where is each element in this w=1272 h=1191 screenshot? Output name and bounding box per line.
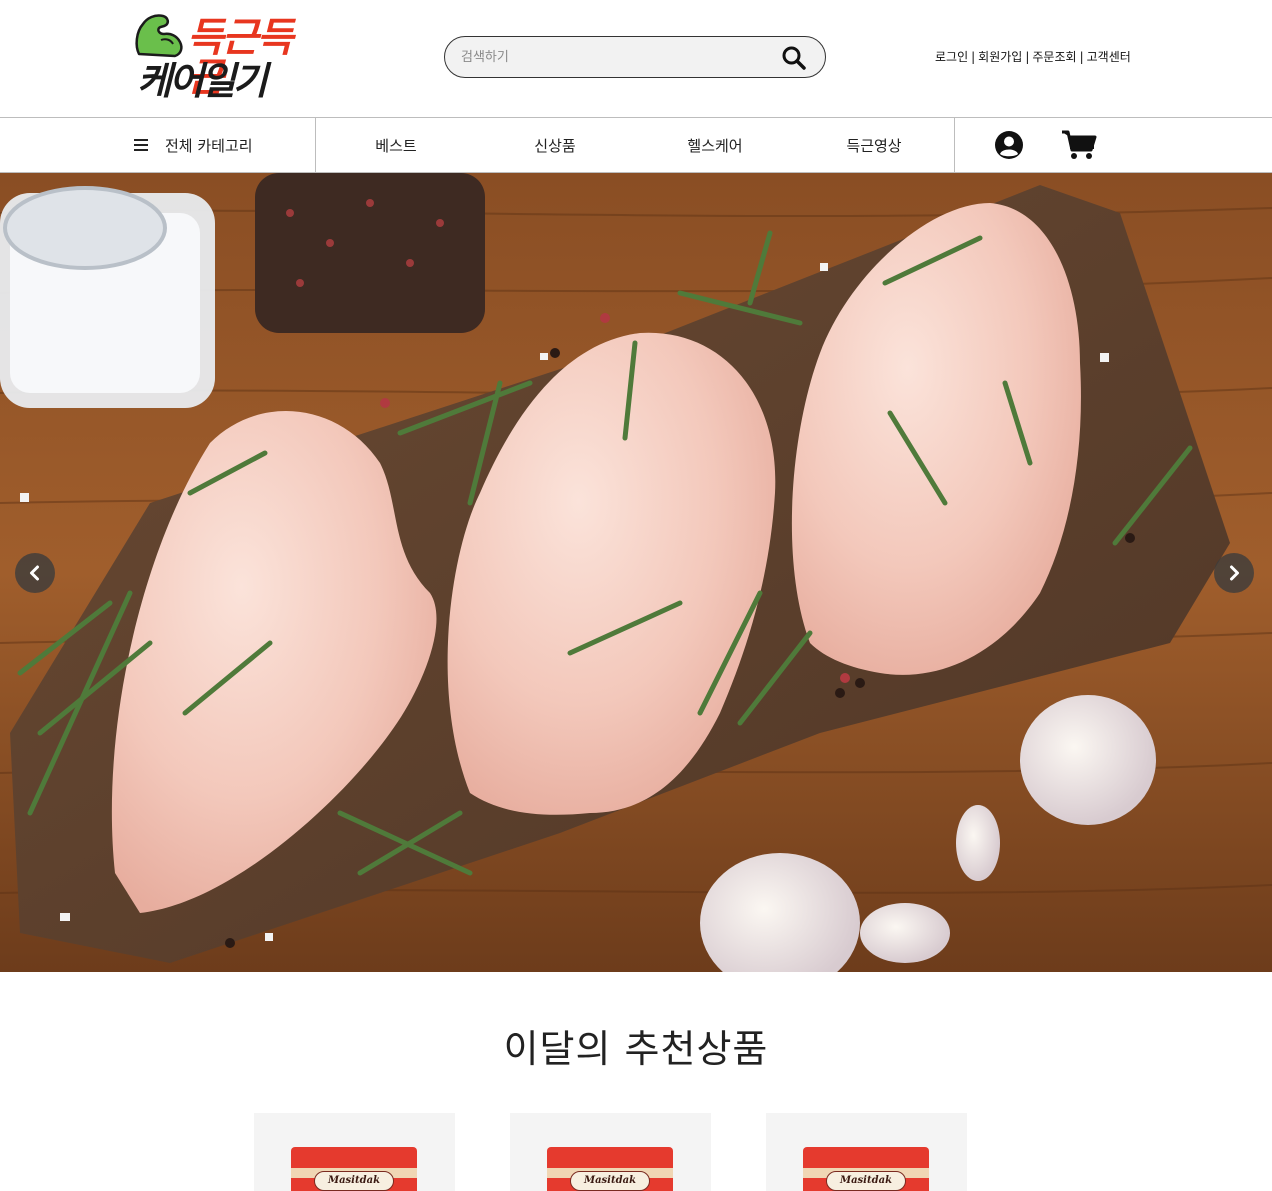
site-header: 득근득근 케어일기 로그인|회원가입|주문조회|고객센터	[0, 0, 1272, 118]
search-bar	[444, 36, 826, 78]
order-lookup-link[interactable]: 주문조회	[1032, 50, 1076, 64]
hero-banner	[0, 173, 1272, 972]
product-card[interactable]: Masitdak	[254, 1113, 455, 1191]
chevron-right-icon	[1230, 565, 1239, 581]
product-brand-label: Masitdak	[826, 1171, 906, 1191]
nav-divider	[315, 118, 316, 172]
product-card[interactable]: Masitdak	[510, 1113, 711, 1191]
user-account-icon[interactable]	[994, 130, 1024, 160]
all-categories-button[interactable]: 전체 카테고리	[134, 118, 315, 172]
carousel-prev-button[interactable]	[15, 553, 55, 593]
product-brand-label: Masitdak	[570, 1171, 650, 1191]
search-icon[interactable]	[781, 45, 807, 71]
product-brand-label: Masitdak	[314, 1171, 394, 1191]
muscle-arm-icon	[135, 14, 183, 58]
nav-item-healthcare[interactable]: 헬스케어	[655, 118, 775, 172]
nav-item-best[interactable]: 베스트	[336, 118, 456, 172]
section-title: 이달의 추천상품	[503, 1027, 769, 1071]
site-logo[interactable]: 득근득근 케어일기	[133, 10, 323, 104]
logo-text-line2: 케어일기	[137, 59, 268, 103]
chevron-left-icon	[30, 565, 39, 581]
hero-image	[0, 173, 1272, 972]
login-link[interactable]: 로그인	[935, 50, 968, 64]
signup-link[interactable]: 회원가입	[978, 50, 1022, 64]
product-card[interactable]: Masitdak	[766, 1113, 967, 1191]
nav-item-new[interactable]: 신상품	[495, 118, 615, 172]
search-input[interactable]	[461, 46, 761, 68]
hamburger-icon	[134, 139, 148, 151]
separator: |	[971, 50, 976, 64]
nav-item-videos[interactable]: 득근영상	[814, 118, 934, 172]
customer-center-link[interactable]: 고객센터	[1087, 50, 1131, 64]
all-categories-label: 전체 카테고리	[165, 136, 253, 155]
separator: |	[1079, 50, 1084, 64]
main-nav: 전체 카테고리 베스트 신상품 헬스케어 득근영상	[0, 118, 1272, 173]
cart-icon[interactable]	[1061, 129, 1097, 161]
nav-divider	[954, 118, 955, 172]
separator: |	[1025, 50, 1030, 64]
utility-links: 로그인 | 회원가입 | 주문조회 | 고객센터	[935, 48, 1131, 65]
carousel-next-button[interactable]	[1214, 553, 1254, 593]
